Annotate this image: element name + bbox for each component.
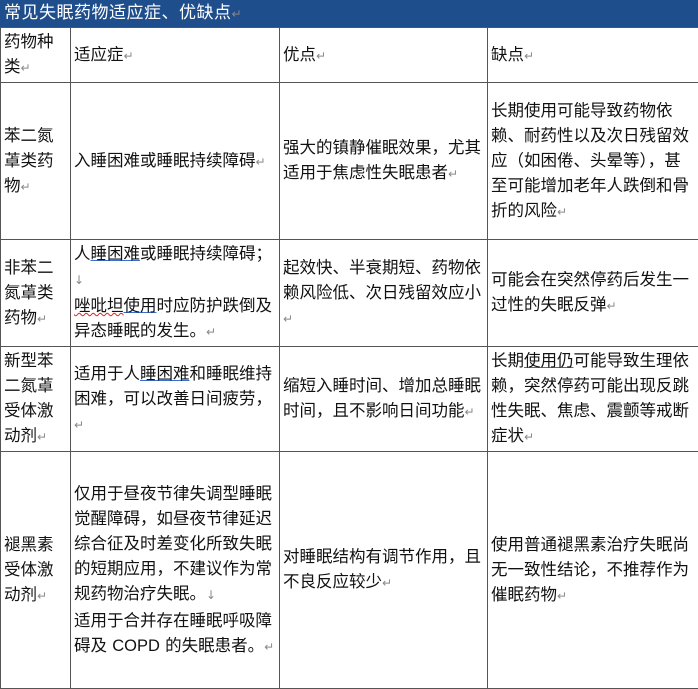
row-advantage: 起效快、半衰期短、药物依赖风险低、次日残留效应小↵ [280, 240, 488, 347]
header-row: 药物种类↵ 适应症↵ 优点↵ 缺点↵ [1, 28, 698, 83]
row-disadvantage: 可能会在突然停药后发生一过性的失眠反弹↵ [488, 240, 698, 347]
table-title-text: 常见失眠药物适应症、优缺点 [4, 3, 232, 23]
row-drug-name: 褪黑素受体激动剂↵ [1, 452, 71, 689]
paragraph-mark: ↵ [232, 7, 243, 21]
table-row: 非苯二氮䓬类药物↵ 人睡困难或睡眠持续障碍；↓唑吡坦使用时应防护跌倒及异态睡眠的… [1, 240, 698, 347]
row-indication: 入睡困难或睡眠持续障碍↵ [71, 83, 280, 240]
row-advantage: 缩短入睡时间、增加总睡眠时间，且不影响日间功能↵ [280, 347, 488, 452]
row-drug-name: 非苯二氮䓬类药物↵ [1, 240, 71, 347]
table-row: 苯二氮䓬类药物↵ 入睡困难或睡眠持续障碍↵ 强大的镇静催眠效果，尤其适用于焦虑性… [1, 83, 698, 240]
header-drug-class: 药物种类↵ [1, 28, 71, 83]
row-indication: 人睡困难或睡眠持续障碍；↓唑吡坦使用时应防护跌倒及异态睡眠的发生。↵ [71, 240, 280, 347]
row-disadvantage: 使用普通褪黑素治疗失眠尚无一致性结论，不推荐作为催眠药物↵ [488, 452, 698, 689]
header-disadvantage: 缺点↵ [488, 28, 698, 83]
table-row: 新型苯二氮䓬受体激动剂↵ 适用于人睡困难和睡眠维持困难，可以改善日间疲劳，↵ 缩… [1, 347, 698, 452]
table-row: 褪黑素受体激动剂↵ 仅用于昼夜节律失调型睡眠觉醒障碍，如昼夜节律延迟综合征及时差… [1, 452, 698, 689]
row-indication: 仅用于昼夜节律失调型睡眠觉醒障碍，如昼夜节律延迟综合征及时差变化所致失眠的短期应… [71, 452, 280, 689]
drug-table: 药物种类↵ 适应症↵ 优点↵ 缺点↵ 苯二氮䓬类药物↵ 入睡困难或睡眠持续障碍↵… [0, 27, 698, 689]
row-indication: 适用于人睡困难和睡眠维持困难，可以改善日间疲劳，↵ [71, 347, 280, 452]
row-drug-name: 新型苯二氮䓬受体激动剂↵ [1, 347, 71, 452]
header-advantage: 优点↵ [280, 28, 488, 83]
row-drug-name: 苯二氮䓬类药物↵ [1, 83, 71, 240]
row-disadvantage: 长期使用仍可能导致生理依赖，突然停药可能出现反跳性失眠、焦虑、震颤等戒断症状↵ [488, 347, 698, 452]
row-advantage: 强大的镇静催眠效果，尤其适用于焦虑性失眠患者↵ [280, 83, 488, 240]
table-title: 常见失眠药物适应症、优缺点↵ [0, 0, 698, 27]
header-indication: 适应症↵ [71, 28, 280, 83]
row-disadvantage: 长期使用可能导致药物依赖、耐药性以及次日残留效应（如困倦、头晕等），甚至可能增加… [488, 83, 698, 240]
row-advantage: 对睡眠结构有调节作用，且不良反应较少↵ [280, 452, 488, 689]
